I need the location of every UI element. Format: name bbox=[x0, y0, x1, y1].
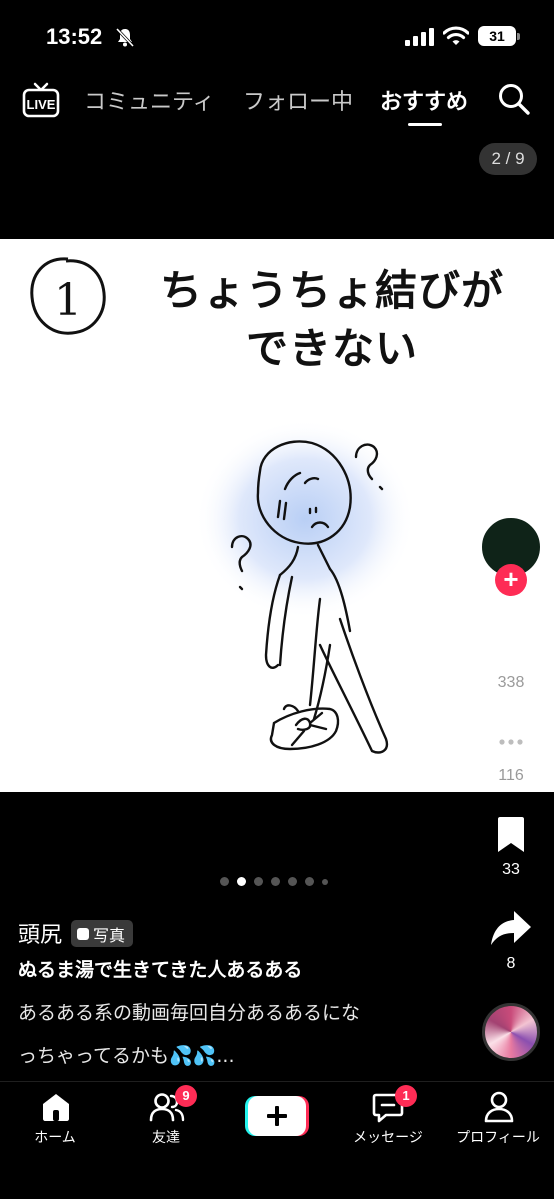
image-title-line1: ちょうちょ結びが bbox=[159, 266, 504, 315]
description-line1[interactable]: あるある系の動画毎回自分あるあるにな bbox=[18, 998, 458, 1025]
confused-stick-figure bbox=[195, 419, 415, 754]
share-icon[interactable] bbox=[490, 909, 532, 947]
nav-home-label[interactable]: ホーム bbox=[0, 1127, 110, 1147]
number-label: 1 bbox=[54, 275, 82, 326]
wifi-icon bbox=[443, 26, 469, 45]
shares-count: 8 bbox=[506, 955, 516, 972]
slide-dot bbox=[254, 877, 263, 886]
signal-icon bbox=[405, 28, 434, 46]
bookmark-icon[interactable] bbox=[495, 816, 527, 854]
comment-icon[interactable] bbox=[489, 723, 533, 765]
tab-community[interactable]: コミュニティ bbox=[84, 84, 215, 116]
slide-dot bbox=[271, 877, 280, 886]
slide-dot bbox=[288, 877, 297, 886]
nav-messages-label[interactable]: メッセージ bbox=[333, 1127, 443, 1147]
slide-indicator bbox=[220, 877, 328, 886]
status-time: 13:52 bbox=[46, 24, 103, 49]
heart-icon[interactable] bbox=[488, 626, 534, 670]
post-title: ぬるま湯で生きてきた人あるある bbox=[18, 959, 303, 981]
sound-disc[interactable] bbox=[482, 1003, 540, 1061]
description-line2[interactable]: っちゃってるかも💦💦... bbox=[18, 1041, 458, 1068]
nav-friends-label[interactable]: 友達 bbox=[111, 1127, 221, 1147]
likes-count: 338 bbox=[497, 674, 525, 691]
follow-plus-button[interactable]: + bbox=[495, 564, 527, 596]
home-icon[interactable] bbox=[41, 1092, 71, 1122]
search-icon[interactable] bbox=[497, 82, 531, 116]
tab-following[interactable]: フォロー中 bbox=[243, 84, 353, 116]
bell-mute-icon bbox=[115, 27, 135, 48]
bookmarks-count: 33 bbox=[502, 861, 520, 878]
comments-count: 116 bbox=[498, 767, 524, 784]
nav-profile-label[interactable]: プロフィール bbox=[443, 1127, 553, 1147]
battery-icon: 31 bbox=[478, 26, 520, 46]
post-photo[interactable]: 1 ちょうちょ結びが できない bbox=[0, 239, 554, 792]
image-title-line2: できない bbox=[245, 324, 418, 373]
slide-dot bbox=[305, 877, 314, 886]
live-icon[interactable]: LIVE bbox=[22, 82, 60, 118]
active-tab-indicator bbox=[408, 123, 442, 126]
slide-dot bbox=[237, 877, 246, 886]
number-circle: 1 bbox=[30, 257, 106, 335]
live-label: LIVE bbox=[27, 97, 56, 112]
slide-dot bbox=[322, 878, 328, 885]
photo-icon bbox=[77, 927, 89, 940]
messages-badge: 1 bbox=[395, 1085, 417, 1107]
slide-dot bbox=[220, 877, 229, 886]
tab-recommended[interactable]: おすすめ bbox=[380, 84, 468, 116]
photo-type-label: 写真 bbox=[93, 925, 126, 945]
page-counter: 2 / 9 bbox=[479, 143, 537, 175]
plus-icon[interactable] bbox=[245, 1096, 309, 1136]
profile-icon[interactable] bbox=[484, 1091, 514, 1123]
username[interactable]: 頭尻 bbox=[18, 917, 62, 949]
friends-badge: 9 bbox=[175, 1085, 197, 1107]
photo-type-badge: 写真 bbox=[71, 920, 134, 947]
